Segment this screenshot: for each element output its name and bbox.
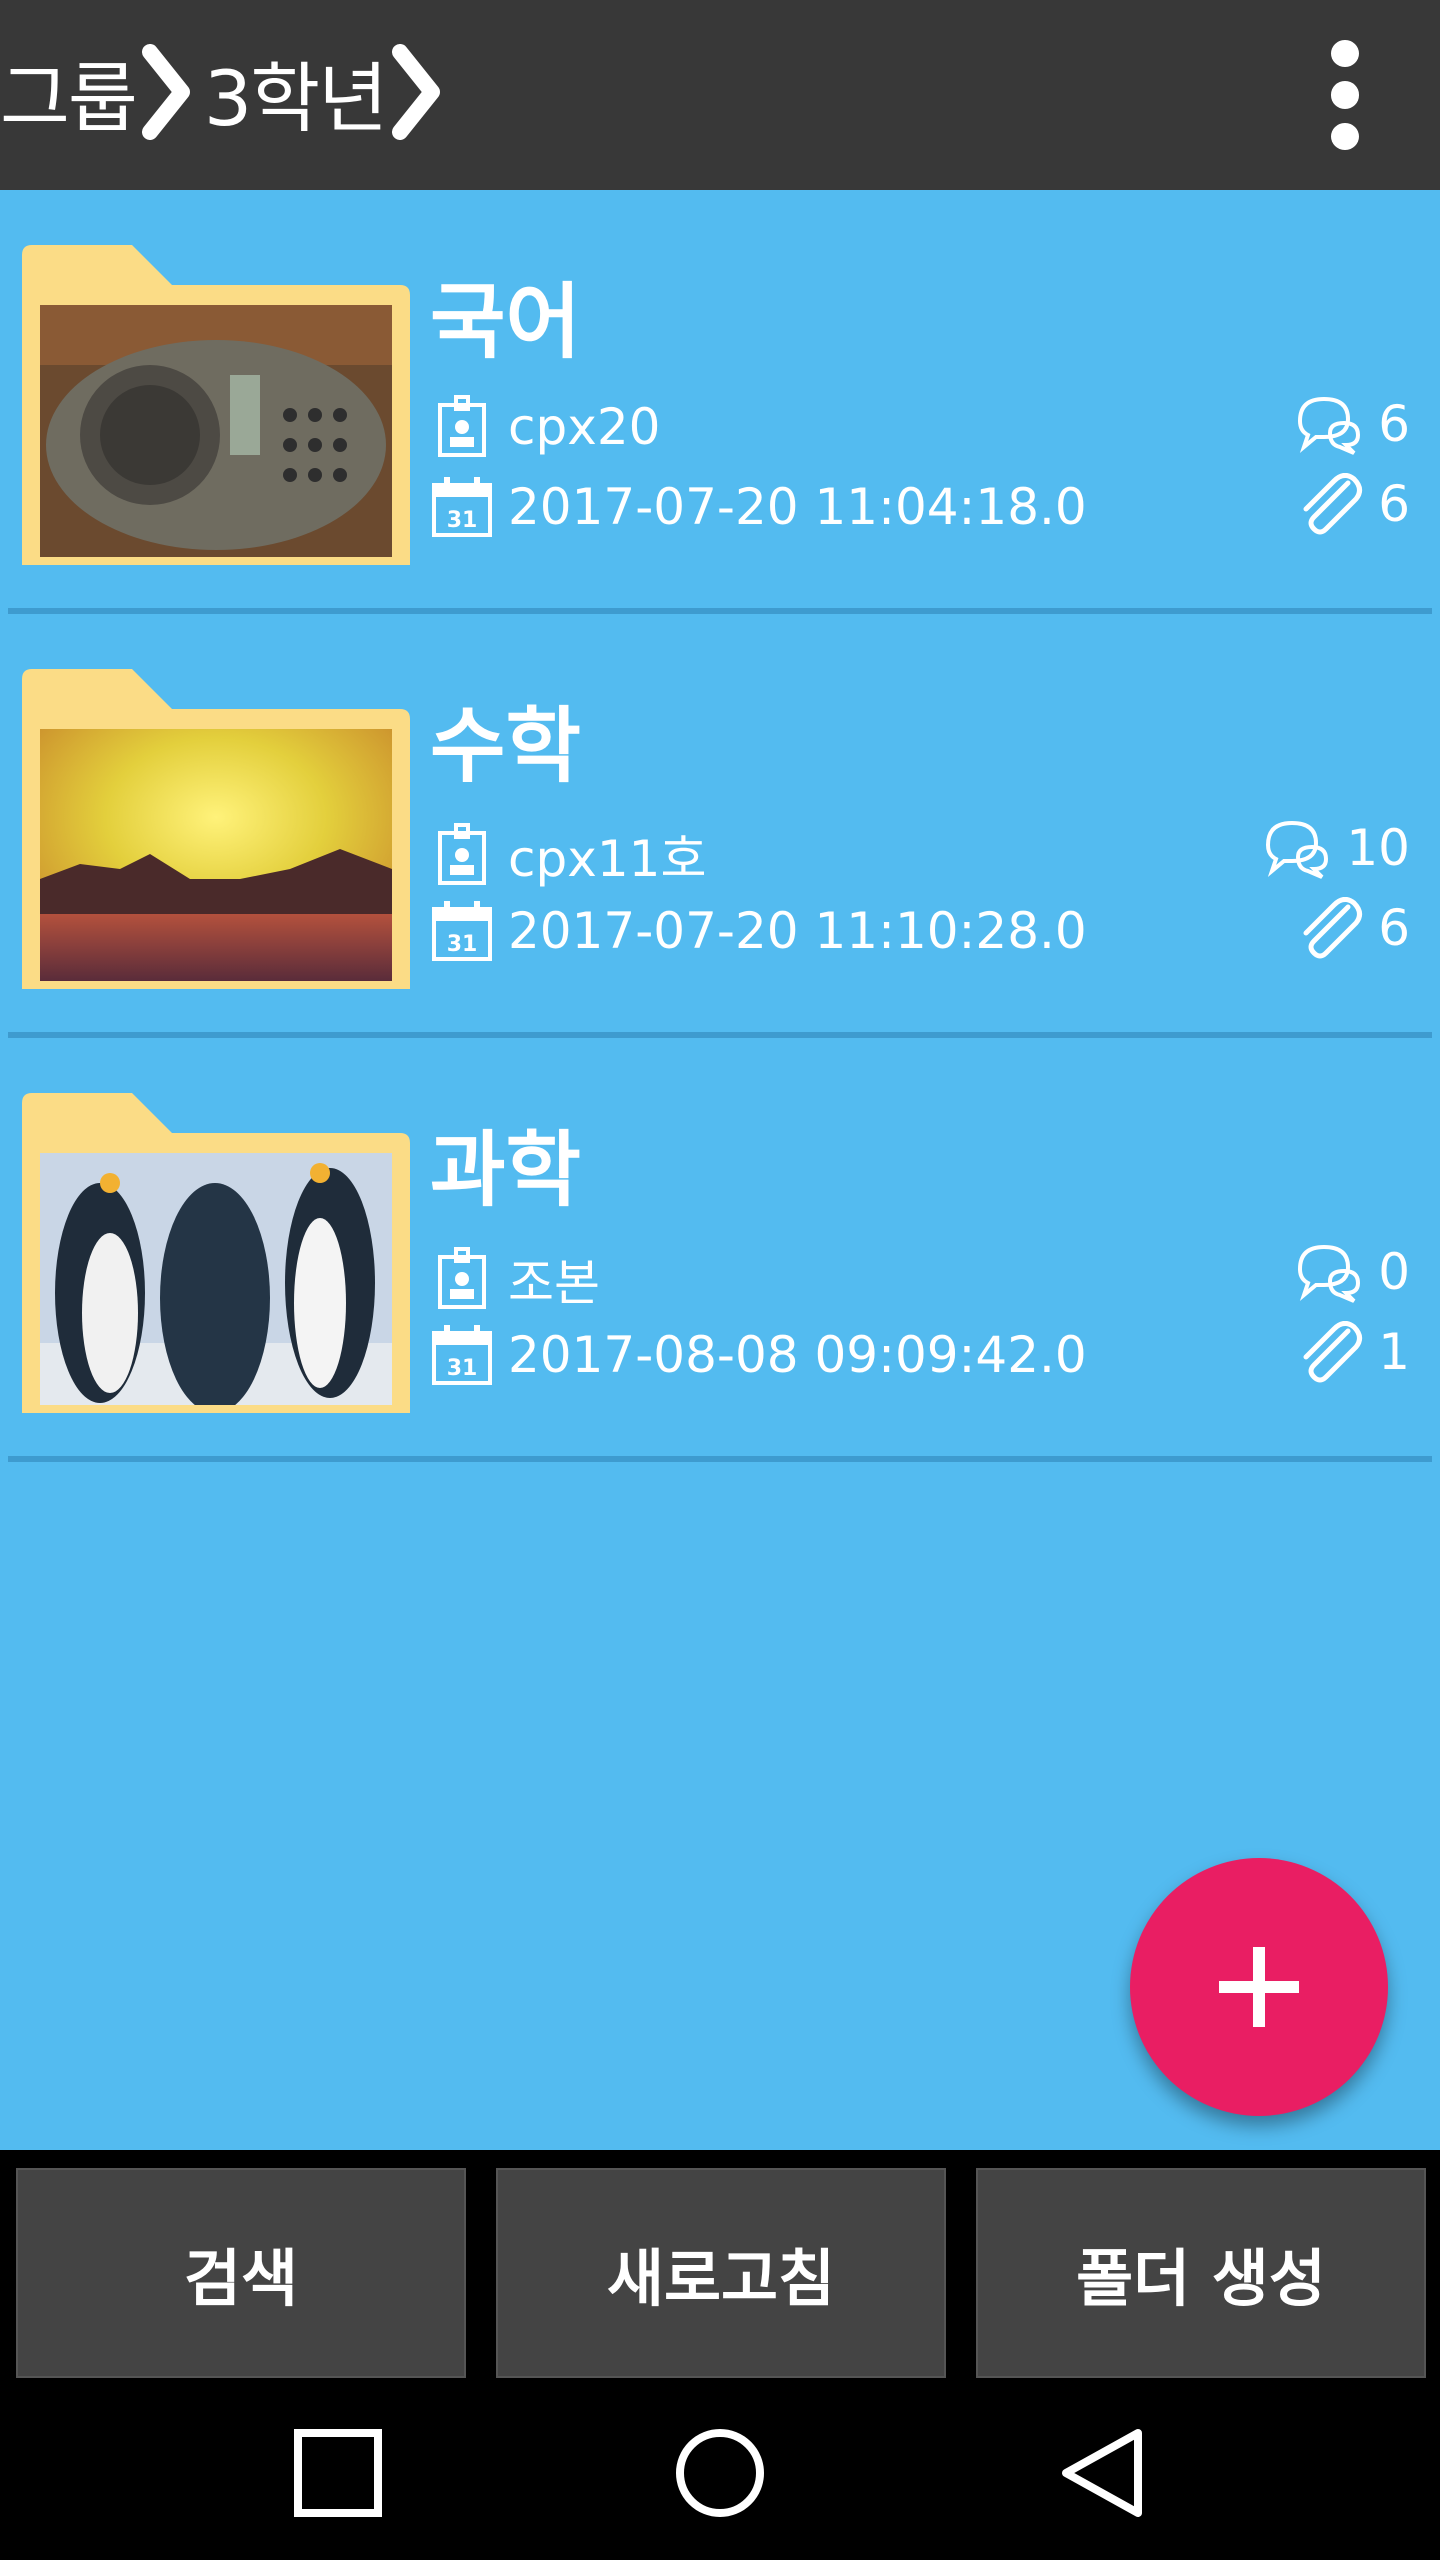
folder-name: 수학 (430, 699, 581, 794)
chevron-right-icon (141, 44, 190, 140)
list-item[interactable]: 과학 조본 31 2017-08-08 09:09:42.0 0 1 (0, 1038, 1440, 1462)
list-item[interactable]: 수학 cpx11호 31 2017-07-20 11:10:28.0 10 6 (0, 614, 1440, 1038)
conference-phone-photo (40, 305, 392, 557)
calendar-icon: 31 (432, 1325, 492, 1385)
folder-author: 조본 (508, 1254, 600, 1312)
paperclip-icon (1303, 897, 1363, 959)
folder-date: 2017-07-20 11:10:28.0 (508, 902, 1087, 960)
list-item[interactable]: 국어 cpx20 31 2017-07-20 11:04:18.0 6 6 (0, 190, 1440, 614)
comment-count: 0 (1378, 1243, 1410, 1301)
attachment-count: 6 (1378, 475, 1410, 533)
create-folder-button[interactable]: 폴더 생성 (976, 2168, 1426, 2378)
add-fab-button[interactable] (1130, 1858, 1388, 2116)
calendar-icon: 31 (432, 901, 492, 961)
paperclip-icon (1303, 473, 1363, 535)
system-nav-bar (0, 2380, 1440, 2560)
folder-author: cpx11호 (508, 830, 707, 888)
svg-text:31: 31 (447, 932, 478, 957)
comment-count: 10 (1346, 819, 1410, 877)
folder-author: cpx20 (508, 398, 661, 456)
triangle-back-icon[interactable] (1054, 2425, 1150, 2521)
folder-date: 2017-08-08 09:09:42.0 (508, 1326, 1087, 1384)
more-vert-icon[interactable] (1290, 40, 1400, 150)
divider (8, 1456, 1432, 1462)
user-badge-icon (438, 395, 486, 457)
svg-text:31: 31 (447, 508, 478, 533)
circle-icon[interactable] (672, 2425, 768, 2521)
breadcrumb: 그룹 3학년 (0, 42, 454, 143)
calendar-icon: 31 (432, 477, 492, 537)
sunset-photo (40, 729, 392, 981)
folder-name: 과학 (430, 1123, 581, 1218)
paperclip-icon (1303, 1321, 1363, 1383)
comments-icon (1266, 820, 1329, 879)
folder-list: 국어 cpx20 31 2017-07-20 11:04:18.0 6 6 수학… (0, 190, 1440, 2150)
comments-icon (1298, 1244, 1361, 1303)
comment-count: 6 (1378, 395, 1410, 453)
breadcrumb-item-grade3[interactable]: 3학년 (204, 37, 388, 147)
attachment-count: 1 (1378, 1323, 1410, 1381)
comments-icon (1298, 396, 1361, 455)
attachment-count: 6 (1378, 899, 1410, 957)
square-icon[interactable] (290, 2425, 386, 2521)
chevron-right-icon (392, 44, 441, 140)
user-badge-icon (438, 823, 486, 885)
search-button[interactable]: 검색 (16, 2168, 466, 2378)
folder-date: 2017-07-20 11:04:18.0 (508, 478, 1087, 536)
folder-name: 국어 (430, 275, 581, 370)
svg-text:31: 31 (447, 1356, 478, 1381)
user-badge-icon (438, 1247, 486, 1309)
app-bar: 그룹 3학년 (0, 0, 1440, 190)
breadcrumb-item-group[interactable]: 그룹 (0, 37, 138, 147)
refresh-button[interactable]: 새로고침 (496, 2168, 946, 2378)
plus-icon (1219, 1947, 1299, 2027)
penguins-photo (40, 1153, 392, 1405)
bottom-action-bar: 검색 새로고침 폴더 생성 (0, 2150, 1440, 2380)
